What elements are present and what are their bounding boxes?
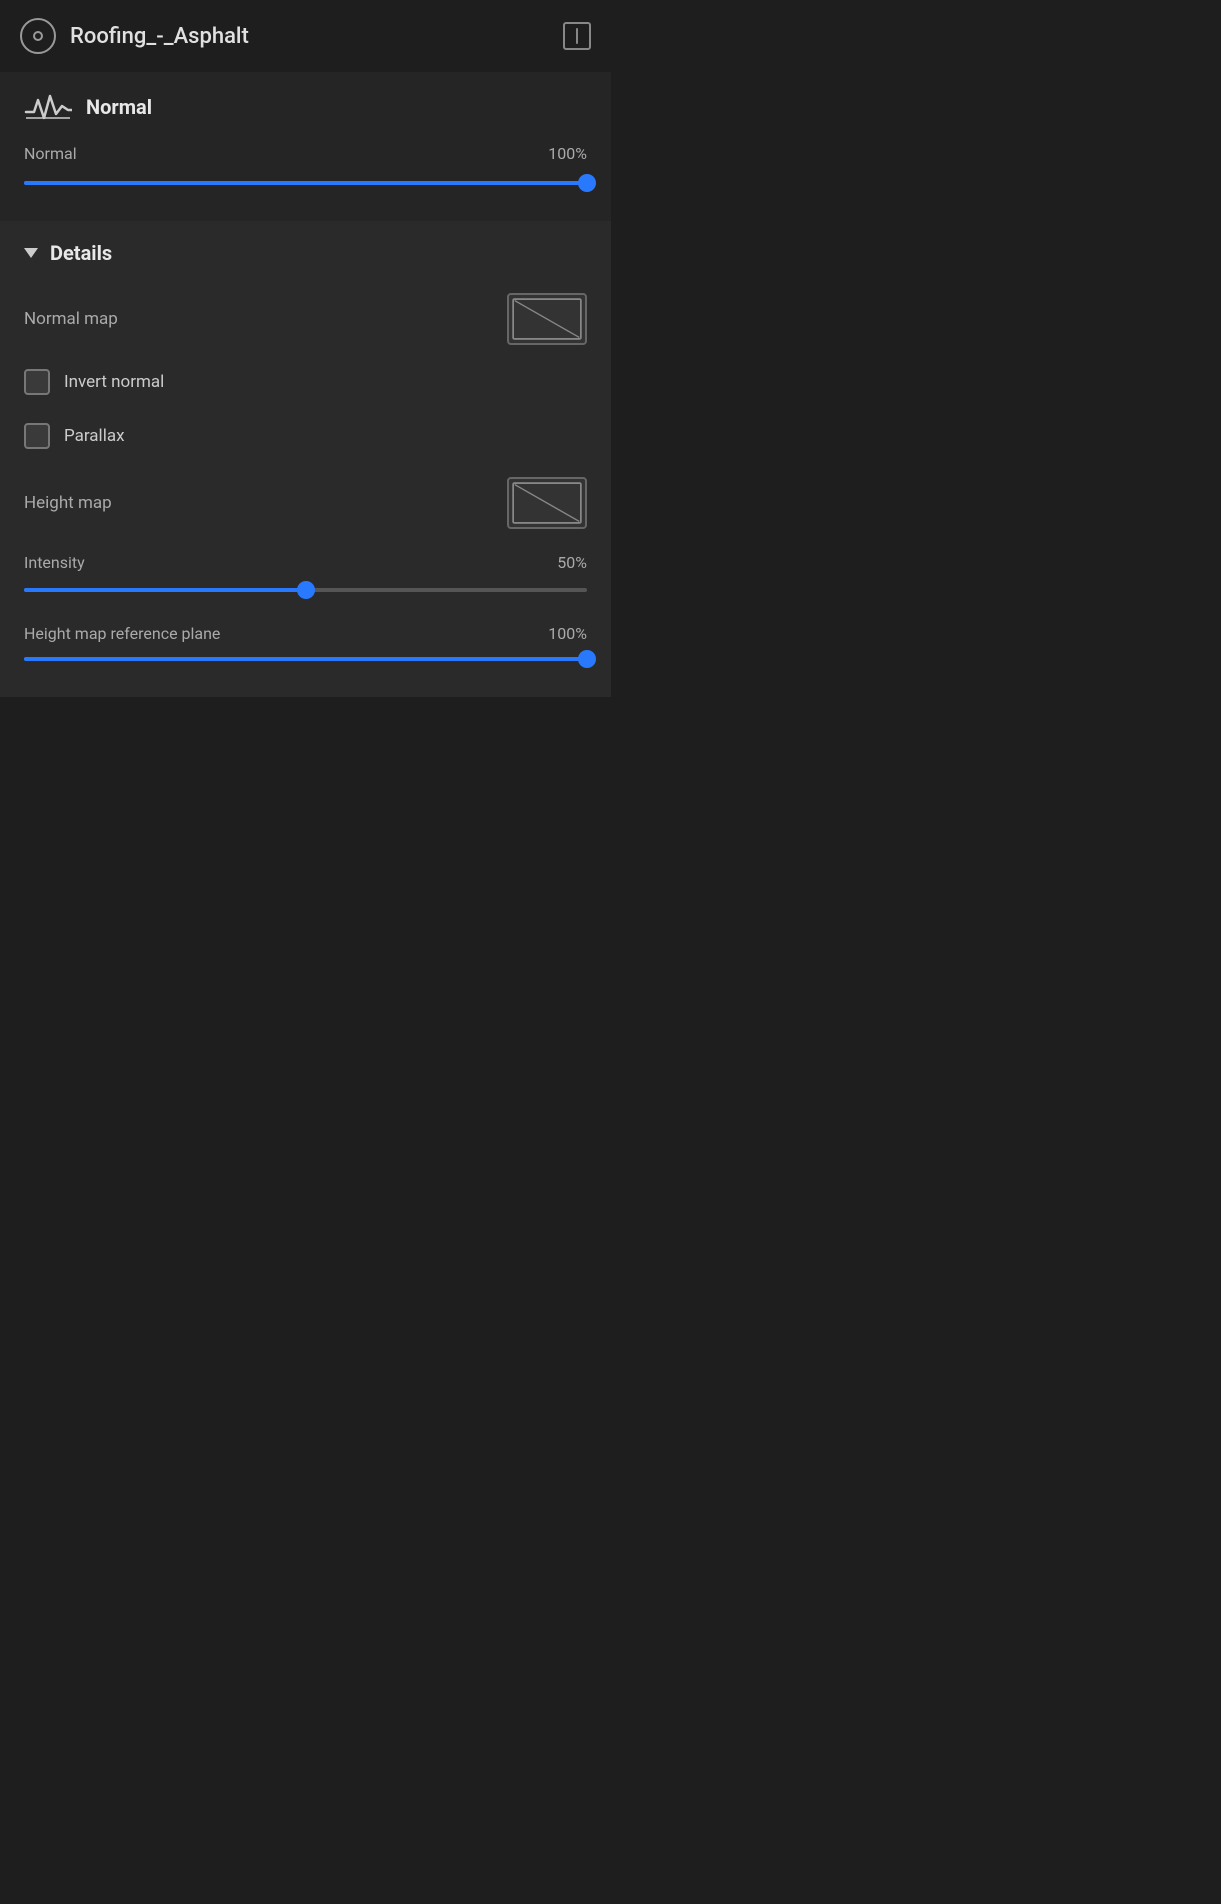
normal-slider-value: 100%	[548, 144, 587, 163]
normal-slider-row: Normal 100%	[24, 144, 587, 163]
collapse-icon[interactable]	[24, 248, 38, 258]
intensity-slider-track	[24, 588, 587, 592]
normal-map-texture-slot[interactable]	[507, 293, 587, 345]
normal-slider-label: Normal	[24, 144, 77, 163]
intensity-slider-fill	[24, 588, 306, 592]
details-header: Details	[24, 241, 587, 265]
parallax-label: Parallax	[64, 426, 125, 446]
height-map-label: Height map	[24, 493, 112, 513]
ref-plane-slider-thumb[interactable]	[578, 650, 596, 668]
normal-map-row: Normal map	[24, 293, 587, 345]
ref-plane-row: Height map reference plane 100%	[24, 624, 587, 643]
texture-slot-diagonal	[509, 295, 585, 343]
intensity-slider-thumb[interactable]	[297, 581, 315, 599]
ref-plane-section: Height map reference plane 100%	[24, 624, 587, 669]
normal-slider[interactable]	[24, 173, 587, 193]
normal-map-label: Normal map	[24, 309, 118, 329]
ref-plane-label: Height map reference plane	[24, 624, 220, 643]
title-left: Roofing_-_Asphalt	[20, 18, 249, 54]
normal-section-header: Normal	[24, 92, 587, 122]
parallax-row: Parallax	[24, 423, 587, 449]
title-bar: Roofing_-_Asphalt	[0, 0, 611, 72]
ref-plane-slider-fill	[24, 657, 587, 661]
panel-icon-bar	[576, 28, 578, 44]
height-texture-slot-diagonal	[509, 479, 585, 527]
ref-plane-value: 100%	[548, 624, 587, 643]
details-section: Details Normal map Invert normal Paralla…	[0, 221, 611, 697]
panel-toggle-button[interactable]	[563, 22, 591, 50]
normal-section-title: Normal	[86, 95, 152, 119]
intensity-slider-row: Intensity 50%	[24, 553, 587, 572]
waveform-icon	[24, 92, 72, 122]
parallax-checkbox[interactable]	[24, 423, 50, 449]
intensity-slider[interactable]	[24, 580, 587, 600]
material-icon	[20, 18, 56, 54]
page-title: Roofing_-_Asphalt	[70, 24, 249, 49]
height-map-row: Height map	[24, 477, 587, 529]
normal-slider-fill	[24, 181, 587, 185]
ref-plane-slider[interactable]	[24, 649, 587, 669]
invert-normal-row: Invert normal	[24, 369, 587, 395]
intensity-value: 50%	[557, 553, 587, 572]
details-section-title: Details	[50, 241, 112, 265]
normal-section: Normal Normal 100%	[0, 72, 611, 221]
ref-plane-slider-track	[24, 657, 587, 661]
height-map-texture-slot[interactable]	[507, 477, 587, 529]
normal-slider-track	[24, 181, 587, 185]
normal-slider-thumb[interactable]	[578, 174, 596, 192]
invert-normal-label: Invert normal	[64, 372, 164, 392]
material-icon-inner	[33, 31, 43, 41]
intensity-label: Intensity	[24, 553, 85, 572]
invert-normal-checkbox[interactable]	[24, 369, 50, 395]
